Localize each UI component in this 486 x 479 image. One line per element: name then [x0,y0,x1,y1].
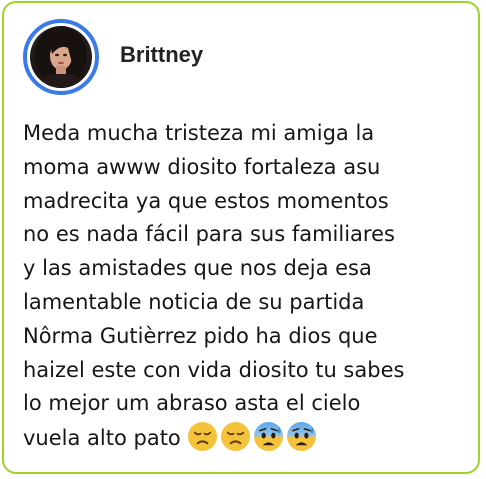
comment-line: madrecita ya que estos momentos [23,188,389,213]
comment-line: vuela alto pato [23,426,181,451]
comment-text: Meda mucha tristeza mi amiga la moma aww… [23,117,473,463]
comment-line: Nôrma Gutièrrez pido ha dios que [23,323,378,348]
comment-line: y las amistades que nos deja esa [23,256,372,281]
comment-line: haizel este con vida diosito tu sabes [23,357,405,382]
avatar[interactable] [23,19,99,95]
anxious-face-with-sweat-icon [286,421,317,452]
comment-line: no es nada fácil para sus familiares [23,222,395,247]
comment-line: lo mejor um abraso asta el cielo [23,391,361,416]
comment-last-line: vuela alto pato [23,421,473,463]
anxious-face-with-sweat-icon [253,421,284,452]
avatar-photo [30,26,92,88]
comment-line: Meda mucha tristeza mi amiga la [23,121,375,145]
username[interactable]: Brittney [120,41,203,69]
emoji-row [187,421,319,463]
disappointed-face-icon [187,421,218,452]
comment-line: moma awww diosito fortaleza asu [23,154,381,179]
disappointed-face-icon [220,421,251,452]
comment-line: lamentable noticia de su partida [23,289,365,314]
comment-card: Brittney Meda mucha tristeza mi amiga la… [2,1,480,474]
